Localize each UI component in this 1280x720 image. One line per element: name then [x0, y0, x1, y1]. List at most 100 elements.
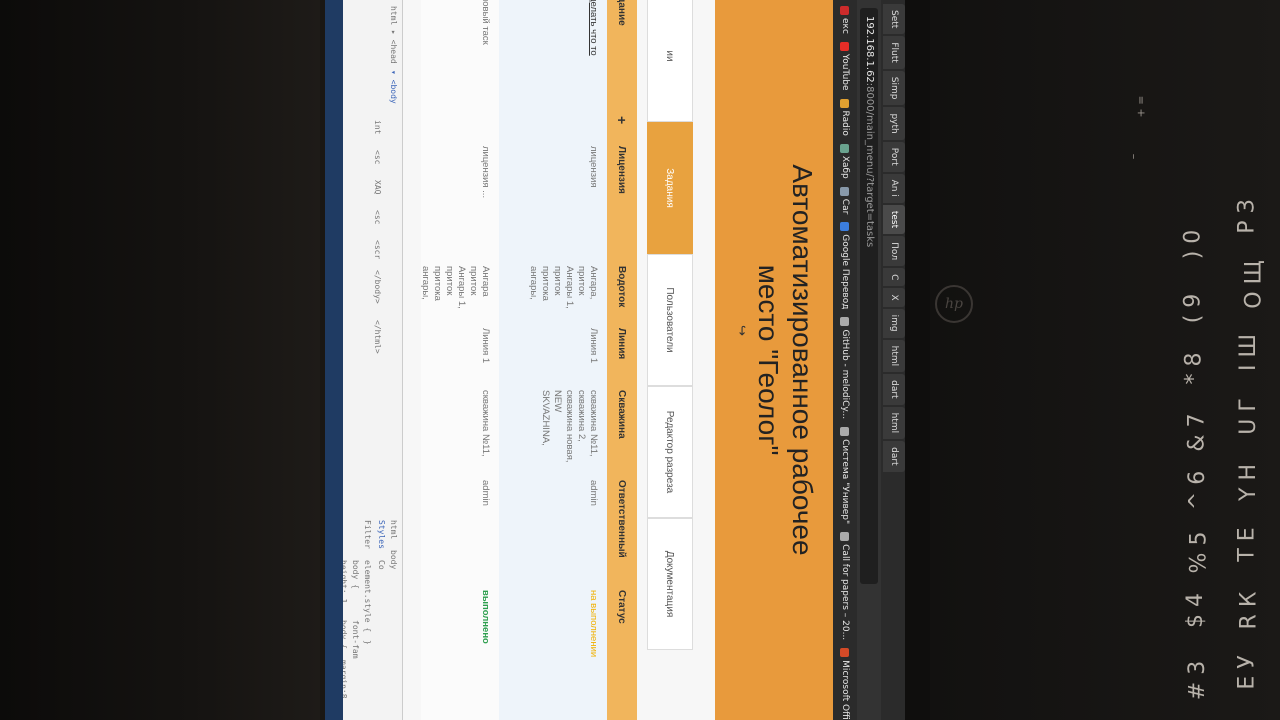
table-row[interactable]: новый таск лицензия ... Ангара приток Ан… — [420, 0, 499, 720]
cell-license: лицензия — [588, 146, 599, 188]
tab[interactable]: html — [883, 339, 905, 373]
key-4: $ 4 — [1183, 593, 1208, 628]
cell-line: Линия 1 — [480, 328, 491, 364]
nav-item-partial[interactable]: ии — [647, 0, 693, 122]
bookmark[interactable]: Хабр — [840, 143, 850, 179]
column-header-line: Линия — [616, 328, 628, 360]
devtools-tab[interactable]: Co — [377, 560, 386, 570]
bookmark-label: Car — [840, 198, 850, 215]
devtools-line: <scr — [373, 240, 382, 260]
bookmark[interactable]: Call for papers – 20... — [840, 532, 850, 640]
cell-line: Линия 1 — [588, 328, 599, 364]
key-7: & 7 — [1184, 413, 1210, 452]
tab[interactable]: Flutt — [883, 36, 905, 69]
address-bar[interactable]: 192.168.1.62:8000/main_menu/?target=task… — [860, 8, 878, 584]
globe-icon — [840, 427, 850, 437]
laptop-keyboard: # 3 $ 4 % 5 ^ 6 & 7 * 8 ( 9 ) 0 E У R К … — [930, 0, 1280, 720]
devtools-line: <sc — [373, 210, 382, 225]
column-header-status: Статус — [616, 590, 628, 624]
cell-well: скважина №11, — [480, 390, 491, 457]
cell-responsible: admin — [480, 480, 491, 506]
bookmark-favicon-icon — [840, 6, 850, 15]
devtools-line: </body> — [373, 270, 382, 304]
main-nav: ии Задания Пользователи Редактор разреза… — [647, 0, 693, 720]
tab[interactable]: dart — [883, 441, 905, 472]
bookmark[interactable]: Car — [840, 186, 850, 215]
devtools-line: ▸ <head — [389, 30, 398, 64]
bookmark[interactable]: Система "Универ" — [840, 427, 850, 524]
nav-item-tasks[interactable]: Задания — [647, 122, 693, 254]
bookmark[interactable]: GitHub - melodiCy... — [840, 317, 850, 419]
office-icon — [840, 648, 850, 658]
cell-stream: Ангара приток Ангары 1, приток притока а… — [420, 266, 491, 309]
laptop-screen: Sett Flutt Simp pyth Port An i test Пол … — [325, 0, 905, 720]
bookmark[interactable]: YouTube — [840, 41, 850, 91]
translate-icon — [840, 222, 850, 232]
devtools-line: element.style { — [363, 560, 372, 633]
bookmark[interactable]: Radio — [840, 98, 850, 136]
devtools-tab[interactable]: Styles — [377, 520, 386, 549]
cell-stream: Ангара, приток Ангары 1, приток притока … — [528, 266, 599, 309]
column-header-task: дание — [616, 0, 628, 26]
habr-icon — [840, 143, 850, 153]
hp-logo-icon: hp — [935, 285, 973, 323]
add-task-button[interactable]: + — [614, 110, 630, 140]
address-row: 192.168.1.62:8000/main_menu/?target=task… — [857, 0, 881, 720]
column-header-well: Скважина — [616, 390, 628, 439]
status-badge: выполнено — [480, 590, 491, 644]
bookmark[interactable]: Google Перевод — [840, 222, 850, 309]
bookmark[interactable]: Microsoft Office 20 — [840, 648, 850, 720]
devtools-line: int — [373, 120, 382, 135]
nav-item-section-editor[interactable]: Редактор разреза — [647, 386, 693, 518]
devtools-tab[interactable]: body — [389, 550, 398, 569]
bookmark-label: YouTube — [840, 53, 850, 91]
nav-item-users[interactable]: Пользователи — [647, 254, 693, 386]
bookmark-label: Call for papers – 20... — [840, 544, 850, 641]
devtools-tab[interactable]: html — [389, 520, 398, 539]
devtools-filter[interactable]: Filter — [363, 520, 372, 549]
youtube-icon — [840, 41, 850, 51]
task-link[interactable]: делать что то — [588, 0, 599, 56]
status-badge: на выполнении — [588, 590, 599, 658]
tab[interactable]: Simp — [883, 70, 905, 106]
tab[interactable]: An i — [883, 173, 905, 203]
key-3: # 3 — [1185, 660, 1211, 701]
devtools-line: font-fam — [351, 620, 360, 659]
column-header-stream: Водоток — [616, 266, 628, 308]
logout-icon[interactable]: ↪ — [734, 325, 749, 339]
tab[interactable]: Пол — [883, 236, 905, 267]
key-e: E У — [1234, 655, 1260, 690]
key-8: * 8 — [1181, 352, 1207, 385]
devtools-line: html — [389, 6, 398, 26]
tab[interactable]: html — [883, 406, 905, 440]
page-title: Автоматизированное рабочее место "Геолог… — [753, 164, 818, 556]
column-header-license: Лицензия — [616, 146, 628, 194]
bookmark-label: Google Перевод — [840, 234, 850, 310]
key-r: R К — [1236, 591, 1262, 630]
bookmark-label: Система "Универ" — [840, 439, 850, 525]
bookmarks-bar: екс YouTube Radio Хабр Car Google Перево… — [833, 0, 857, 720]
tab[interactable]: dart — [883, 374, 905, 405]
address-host: 192.168.1.62 — [864, 16, 875, 83]
tab[interactable]: C — [883, 268, 905, 287]
nav-item-documentation[interactable]: Документация — [647, 518, 693, 650]
globe-icon — [840, 317, 850, 327]
tab[interactable]: pyth — [883, 107, 905, 140]
tab[interactable]: X — [883, 288, 905, 307]
bookmark-label: Radio — [840, 110, 850, 136]
key-5: % 5 — [1186, 531, 1212, 574]
cell-task: новый таск — [480, 0, 491, 45]
tab[interactable]: Port — [883, 141, 905, 172]
key-6: ^ 6 — [1185, 470, 1211, 511]
bookmark[interactable]: екс — [840, 6, 850, 34]
tab[interactable]: Sett — [883, 4, 905, 35]
bookmark-label: Хабр — [840, 155, 850, 179]
tab[interactable]: img — [883, 308, 905, 338]
address-path: :8000/main_menu/?target=tasks — [864, 82, 875, 248]
os-taskbar — [325, 0, 343, 720]
tab-strip: Sett Flutt Simp pyth Port An i test Пол … — [881, 0, 905, 720]
table-header: дание + Лицензия Водоток Линия Скважина … — [607, 0, 637, 720]
browser-chrome: Sett Flutt Simp pyth Port An i test Пол … — [833, 0, 905, 720]
tab-active[interactable]: test — [883, 204, 905, 235]
table-row[interactable]: делать что то лицензия Ангара, приток Ан… — [499, 0, 607, 720]
